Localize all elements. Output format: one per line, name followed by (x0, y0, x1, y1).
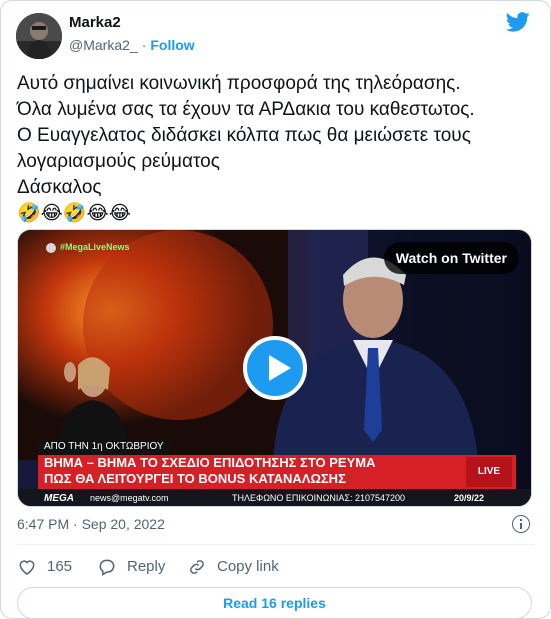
reply-icon (99, 559, 115, 576)
info-icon[interactable] (512, 515, 530, 533)
separator-dot: · (141, 37, 147, 53)
channel-logo-icon (46, 243, 56, 253)
ticker-date: ΑΠΟ ΤΗΝ 1η ΟΚΤΩΒΡΙΟΥ (38, 440, 170, 454)
heart-icon (19, 560, 35, 575)
author-name[interactable]: Marka2 (69, 14, 121, 31)
live-news-badge: LIVE NEWS (466, 457, 512, 506)
divider (17, 544, 534, 545)
avatar[interactable] (16, 13, 62, 59)
author-handle[interactable]: @Marka2_ (69, 37, 138, 53)
tweet-line: Όλα λυμένα σας τα έχουν τα ΑΡΔακια του κ… (17, 99, 475, 120)
footer-site: news@megatv.com (90, 493, 169, 503)
read-replies-button[interactable]: Read 16 replies (17, 587, 532, 619)
footer-time: 20/9/22 (454, 493, 485, 503)
footer-brand: MEGA (44, 493, 74, 504)
copy-link-icon (190, 560, 204, 574)
ticker-footer: MEGA news@megatv.com ΤΗΛΕΦΩΝΟ ΕΠΙΚΟΙΝΩΝΙ… (18, 489, 531, 506)
tweet-line: Αυτό σημαίνει κοινωνική προσφορά της τηλ… (17, 73, 461, 94)
watch-on-twitter-button[interactable]: Watch on Twitter (383, 242, 519, 274)
ticker-line: ΠΩΣ ΘΑ ΛΕΙΤΟΥΡΓΕΙ ΤΟ BONUS ΚΑΤΑΝΑΛΩΣΗΣ (44, 471, 346, 486)
tweet-text: Αυτό σημαίνει κοινωνική προσφορά της τηλ… (17, 71, 537, 227)
video-player[interactable]: #MegaLiveNews Watch on Twitter ΑΠΟ ΤΗΝ 1… (17, 229, 532, 507)
tweet-line: Ο Ευαγγελατος διδάσκει κόλπα πως θα μειώ… (17, 125, 471, 146)
reply-label: Reply (127, 558, 166, 575)
author-handle-row: @Marka2_ · Follow (69, 37, 195, 53)
tweet-line: λογαριασμούς ρεύματος (17, 151, 220, 172)
tweet-timestamp[interactable]: 6:47 PM · Sep 20, 2022 (17, 516, 165, 532)
footer-phone: ΤΗΛΕΦΩΝΟ ΕΠΙΚΟΙΝΩΝΙΑΣ: 2107547200 (232, 493, 405, 503)
copy-link-label: Copy link (217, 558, 279, 575)
tweet-line: Δάσκαλος (17, 177, 102, 198)
twitter-bird-icon[interactable] (506, 11, 530, 33)
ticker-line: ΒΗΜΑ – ΒΗΜΑ ΤΟ ΣΧΕΔΙΟ ΕΠΙΔΟΤΗΣΗΣ ΣΤΟ ΡΕΥ… (44, 455, 376, 470)
like-count: 165 (47, 558, 73, 575)
tweet-card: Marka2 @Marka2_ · Follow Αυτό σημαίνει κοι… (0, 0, 551, 619)
tweet-emojis: 🤣😂🤣😂😂 (17, 203, 131, 224)
play-icon[interactable] (243, 336, 307, 400)
news-ticker: ΒΗΜΑ – ΒΗΜΑ ΤΟ ΣΧΕΔΙΟ ΕΠΙΔΟΤΗΣΗΣ ΣΤΟ ΡΕΥ… (38, 455, 516, 489)
follow-button[interactable]: Follow (150, 37, 194, 53)
channel-tag: #MegaLiveNews (60, 242, 130, 252)
